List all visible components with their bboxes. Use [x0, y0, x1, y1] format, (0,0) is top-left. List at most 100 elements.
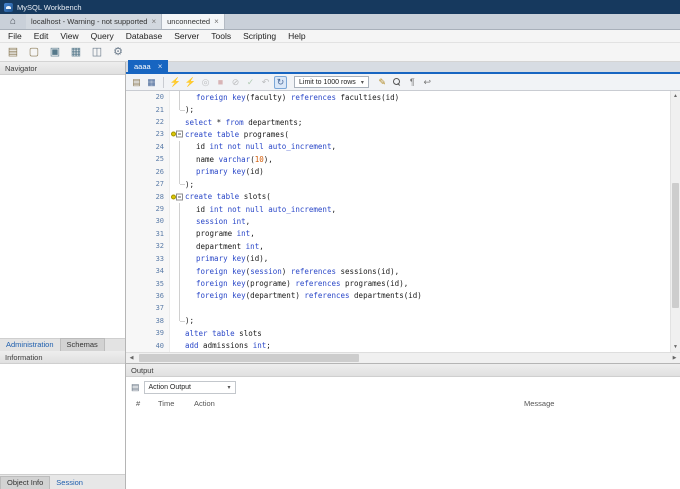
server-status-icon[interactable]: ◫: [90, 46, 104, 58]
code-line[interactable]: 33 primary key(id),: [126, 252, 670, 265]
navigator-body[interactable]: [0, 75, 125, 338]
code-text: create table slots(: [185, 192, 271, 201]
fold-collapse-icon[interactable]: [176, 130, 183, 138]
code-token: select: [185, 117, 213, 127]
invisible-chars-icon[interactable]: ¶: [406, 76, 419, 89]
sidebar-tab-administration[interactable]: Administration: [0, 339, 60, 351]
code-line[interactable]: 27);: [126, 177, 670, 191]
code-line[interactable]: 39 alter table slots: [126, 327, 670, 340]
code-token: programe: [196, 229, 237, 239]
find-icon[interactable]: [391, 76, 404, 89]
code-line[interactable]: 30 session int,: [126, 215, 670, 228]
fold-collapse-icon[interactable]: [176, 193, 183, 201]
vertical-scrollbar[interactable]: ▲ ▼: [670, 91, 680, 352]
sidebar-tab-session[interactable]: Session: [50, 477, 89, 489]
code-line[interactable]: 29 id int not null auto_increment,: [126, 202, 670, 216]
fold-margin: [170, 91, 185, 104]
fold-line: [180, 184, 185, 186]
code-line[interactable]: 36 foreign key(department) references dep…: [126, 289, 670, 303]
code-line[interactable]: 37: [126, 302, 670, 315]
information-header: Information: [0, 351, 125, 364]
code-token: foreign key: [196, 92, 246, 102]
scroll-up-icon[interactable]: ▲: [671, 91, 680, 101]
beautify-icon[interactable]: ✎: [376, 76, 389, 89]
scroll-left-icon[interactable]: ◀: [126, 355, 137, 361]
code-text: programe int,: [185, 229, 255, 238]
create-table-icon[interactable]: ▦: [69, 46, 83, 58]
menu-view[interactable]: View: [54, 31, 84, 41]
code-token: session: [250, 266, 282, 276]
menu-database[interactable]: Database: [120, 31, 168, 41]
wrap-text-icon[interactable]: ↩: [421, 76, 434, 89]
code-text: foreign key(department) references depar…: [185, 291, 422, 300]
horizontal-scrollbar[interactable]: ◀ ▶: [126, 352, 680, 363]
navigator-tabs: Administration Schemas: [0, 338, 125, 351]
menu-edit[interactable]: Edit: [28, 31, 55, 41]
line-number: 34: [126, 264, 170, 278]
line-number: 31: [126, 227, 170, 241]
code-line[interactable]: 22 select * from departments;: [126, 115, 670, 129]
code-line[interactable]: 32 department int,: [126, 240, 670, 253]
code-token: int not null auto_increment: [209, 142, 332, 152]
code-line[interactable]: 35 foreign key(programe) references progr…: [126, 277, 670, 290]
save-script-icon[interactable]: ▦: [145, 76, 158, 89]
menu-file[interactable]: File: [2, 31, 28, 41]
preferences-icon[interactable]: ⚙: [111, 46, 125, 58]
code-line[interactable]: 28 create table slots(: [126, 190, 670, 203]
code-lines[interactable]: 20 foreign key(faculty) references facult…: [126, 91, 670, 352]
open-script-icon[interactable]: ▤: [130, 76, 143, 89]
horizontal-scroll-track[interactable]: [137, 353, 669, 363]
fold-line: [179, 240, 180, 253]
new-query-tab-icon[interactable]: ▤: [6, 46, 20, 58]
code-line[interactable]: 40 add admissions int;: [126, 339, 670, 352]
code-line[interactable]: 23 create table programes(: [126, 128, 670, 141]
code-token: int: [252, 341, 267, 351]
vertical-scroll-track[interactable]: [671, 101, 680, 342]
create-schema-icon[interactable]: ▣: [48, 46, 62, 58]
action-output-dropdown[interactable]: Action Output ▾: [143, 380, 236, 394]
window-title: MySQL Workbench: [17, 2, 82, 12]
scroll-down-icon[interactable]: ▼: [671, 342, 680, 352]
menu-scripting[interactable]: Scripting: [237, 31, 282, 41]
close-tab-icon[interactable]: ×: [151, 17, 156, 26]
autocommit-icon[interactable]: ↻: [274, 75, 287, 89]
window-tab[interactable]: localhost - Warning - not supported ×: [26, 14, 163, 29]
scroll-right-icon[interactable]: ▶: [669, 355, 680, 361]
code-line[interactable]: 24 id int not null auto_increment,: [126, 140, 670, 154]
window-tab-strip: ⌂ localhost - Warning - not supported × un…: [0, 14, 680, 30]
execute-icon[interactable]: ⚡: [169, 76, 182, 89]
execute-current-icon[interactable]: ⚡: [184, 76, 197, 89]
sidebar-tab-object-info[interactable]: Object Info: [0, 476, 51, 489]
code-line[interactable]: 26 primary key(id): [126, 165, 670, 178]
vertical-scroll-thumb[interactable]: [672, 182, 679, 309]
code-line[interactable]: 25 name varchar(10),: [126, 153, 670, 166]
output-column-headers: # Time Action Message: [126, 397, 680, 410]
code-text: department int,: [185, 242, 264, 251]
code-line[interactable]: 21);: [126, 103, 670, 116]
menu-query[interactable]: Query: [85, 31, 120, 41]
sidebar-tab-schemas[interactable]: Schemas: [59, 338, 105, 351]
code-line[interactable]: 20 foreign key(faculty) references facult…: [126, 91, 670, 104]
window-tab-label: unconnected: [167, 17, 211, 26]
code-line[interactable]: 31 programe int,: [126, 227, 670, 241]
open-sql-script-icon[interactable]: ▢: [27, 46, 41, 58]
fold-margin: [170, 302, 185, 315]
editor-tab-aaaa[interactable]: aaaa ×: [128, 60, 169, 72]
close-editor-tab-icon[interactable]: ×: [158, 62, 163, 71]
sidebar: Navigator Administration Schemas Informat…: [0, 62, 126, 489]
code-line[interactable]: 34 foreign key(session) references sessio…: [126, 264, 670, 278]
horizontal-scroll-thumb[interactable]: [139, 354, 359, 362]
code-line[interactable]: 38);: [126, 314, 670, 328]
limit-rows-dropdown[interactable]: Limit to 1000 rows ▾: [294, 76, 369, 88]
code-token: foreign key: [196, 279, 246, 289]
window-tab[interactable]: unconnected ×: [162, 14, 225, 29]
output-header: Output: [126, 364, 680, 377]
home-tab[interactable]: ⌂: [0, 14, 26, 29]
menu-bar: File Edit View Query Database Server Tools Scri…: [0, 30, 680, 43]
close-tab-icon[interactable]: ×: [214, 17, 219, 26]
menu-tools[interactable]: Tools: [205, 31, 237, 41]
fold-line: [179, 277, 180, 290]
menu-server[interactable]: Server: [168, 31, 205, 41]
menu-help[interactable]: Help: [282, 31, 311, 41]
title-bar: MySQL Workbench: [0, 0, 680, 14]
